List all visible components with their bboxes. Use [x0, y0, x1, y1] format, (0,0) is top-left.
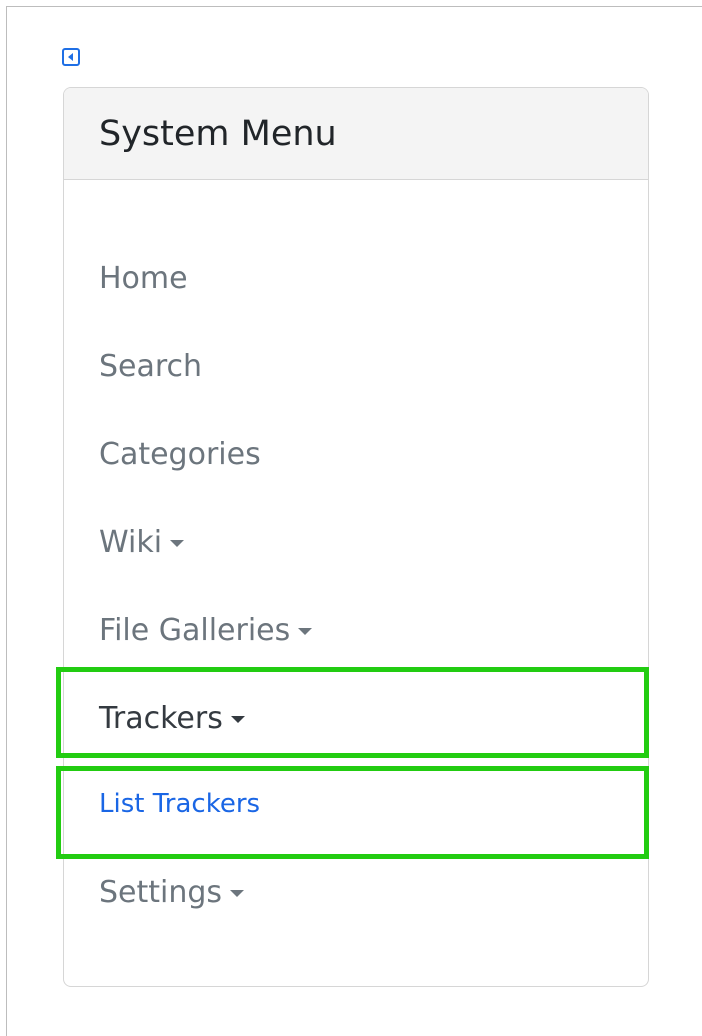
- sidebar-item-file-galleries[interactable]: File Galleries: [64, 586, 648, 674]
- sidebar-subitem-list-trackers[interactable]: List Trackers: [64, 760, 648, 848]
- caret-down-icon: [298, 627, 313, 635]
- sidebar-item-settings[interactable]: Settings: [64, 848, 648, 936]
- sidebar-item-label: Settings: [99, 874, 223, 910]
- caret-left-icon: [68, 53, 73, 61]
- collapse-sidebar-button[interactable]: [62, 48, 80, 66]
- sidebar-item-label: Categories: [99, 436, 261, 472]
- caret-down-icon: [170, 539, 185, 547]
- sidebar-item-label: File Galleries: [99, 612, 291, 648]
- sidebar-item-label: Home: [99, 260, 188, 296]
- sidebar-item-label: Trackers: [99, 700, 223, 736]
- sidebar-item-wiki[interactable]: Wiki: [64, 498, 648, 586]
- sidebar-item-label: Wiki: [99, 524, 163, 560]
- card-header: System Menu: [64, 88, 648, 180]
- sidebar-item-label: Search: [99, 348, 203, 384]
- sidebar-item-categories[interactable]: Categories: [64, 410, 648, 498]
- caret-down-icon: [230, 889, 245, 897]
- system-menu-card: System Menu Home Search Categories Wiki …: [63, 87, 649, 987]
- caret-down-icon: [230, 715, 245, 723]
- sidebar-item-home[interactable]: Home: [64, 234, 648, 322]
- menu-title: System Menu: [99, 113, 337, 154]
- sidebar-item-search[interactable]: Search: [64, 322, 648, 410]
- sidebar-item-trackers[interactable]: Trackers: [64, 674, 648, 762]
- sidebar-subitem-label: List Trackers: [99, 789, 261, 819]
